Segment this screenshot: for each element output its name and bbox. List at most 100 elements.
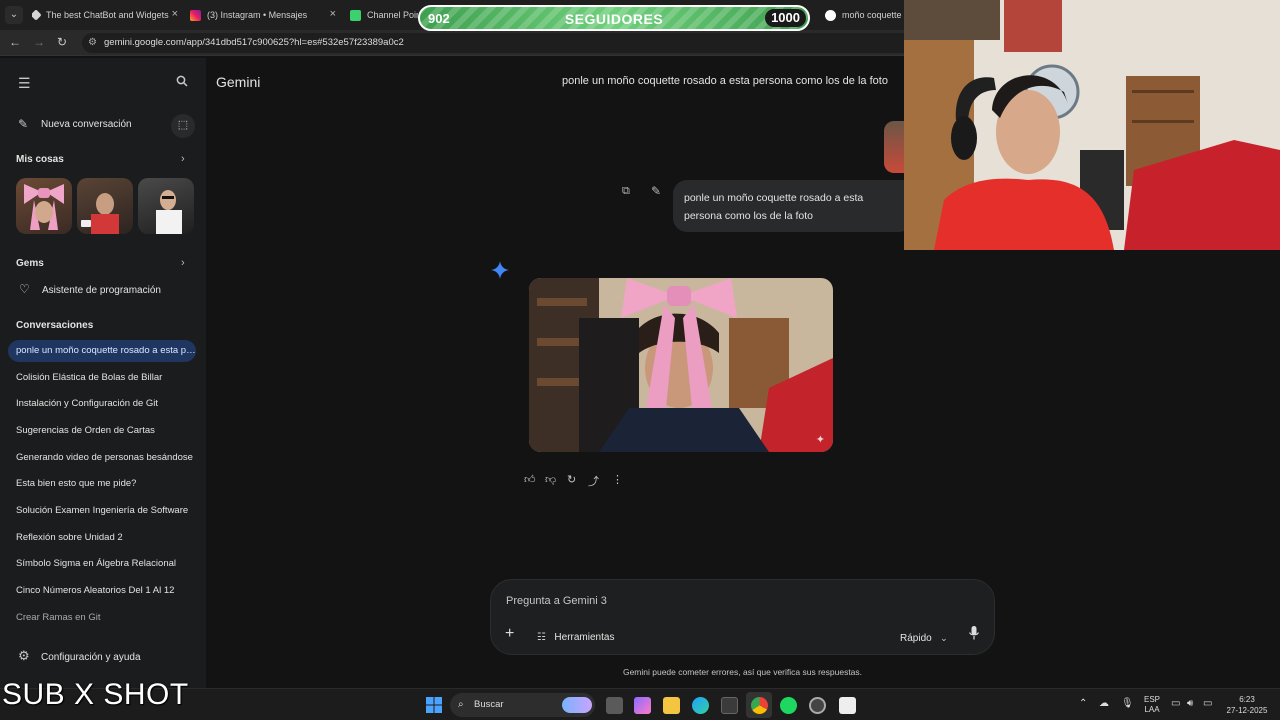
conversation-item[interactable]: Símbolo Sigma en Álgebra Relacional <box>8 553 196 575</box>
chrome-icon[interactable] <box>751 697 768 714</box>
user-message-text: ponle un moño coquette rosado a esta per… <box>684 192 864 222</box>
url-field[interactable]: ⚙ gemini.google.com/app/341dbd517c900625… <box>82 33 912 53</box>
user-message-bubble: ponle un moño coquette rosado a esta per… <box>673 180 913 232</box>
clock[interactable]: 6:23 27-12-2025 <box>1222 694 1272 716</box>
gem-item[interactable]: ♡ Asistente de programación <box>0 280 200 300</box>
chevron-right-icon[interactable]: › <box>181 153 185 165</box>
battery-icon[interactable]: ▭ <box>1203 698 1212 709</box>
menu-icon[interactable]: ☰ <box>18 75 31 92</box>
follower-label: SEGUIDORES <box>564 11 664 27</box>
tab-title: The best ChatBot and Widgets <box>46 10 169 20</box>
volume-icon[interactable]: 🔊︎ <box>1187 698 1193 709</box>
new-chat-button[interactable]: ✎ Nueva conversación <box>0 112 170 136</box>
task-view-icon[interactable] <box>606 697 623 714</box>
heart-icon: ♡ <box>19 282 30 296</box>
tab-channel-points[interactable]: Channel Points <box>350 4 418 26</box>
edit-icon[interactable]: ✎ <box>651 184 661 198</box>
chevron-up-icon[interactable]: ⌃ <box>1079 698 1087 709</box>
google-icon <box>825 9 836 21</box>
conversation-item[interactable]: Solución Examen Ingeniería de Software <box>8 500 196 522</box>
conversation-item[interactable]: Generando video de personas besándose <box>8 447 196 469</box>
close-icon[interactable]: × <box>172 8 178 20</box>
more-options-icon[interactable]: ⋮ <box>612 473 623 486</box>
conversation-item[interactable]: Esta bien esto que me pide? <box>8 473 196 495</box>
thumbs-down-icon[interactable]: 👎︎ <box>545 473 556 486</box>
gear-icon: ⚙ <box>18 648 30 663</box>
chevron-right-icon[interactable]: › <box>181 257 185 269</box>
conversations-heading: Conversaciones <box>16 320 94 331</box>
reload-icon[interactable]: ↻ <box>57 35 67 49</box>
chevron-down-icon: ⌄ <box>940 633 948 643</box>
tab-title: moño coquette - <box>842 10 903 20</box>
prompt-box[interactable]: Pregunta a Gemini 3 + ☷ Herramientas Ráp… <box>490 579 995 655</box>
tab-title: (3) Instagram • Mensajes <box>207 10 308 20</box>
conversation-item[interactable]: Colisión Elástica de Bolas de Billar <box>8 367 196 389</box>
url-text: gemini.google.com/app/341dbd517c900625?h… <box>104 37 404 48</box>
mode-selector[interactable]: Rápido ⌄ <box>900 628 948 646</box>
language-indicator[interactable]: ESP LAA <box>1140 695 1164 715</box>
tools-label: Herramientas <box>554 632 615 643</box>
file-explorer-icon[interactable] <box>663 697 680 714</box>
close-icon[interactable]: × <box>330 8 336 20</box>
clock-date: 27-12-2025 <box>1226 706 1268 715</box>
my-stuff-heading[interactable]: Mis cosas <box>16 154 64 165</box>
mode-label: Rápido <box>900 633 932 644</box>
microphone-icon[interactable] <box>969 626 979 645</box>
windows-taskbar: ⌕ Buscar ⌃ ☁ 🎙︎ ESP LAA ▭ 🔊︎ ▭ 6:23 27-1… <box>0 688 1280 720</box>
conversation-item[interactable]: Instalación y Configuración de Git <box>8 393 196 415</box>
user-image-thumbnail[interactable] <box>884 121 906 173</box>
tab-chatbot[interactable]: The best ChatBot and Widgets × <box>32 4 178 26</box>
my-stuff-thumbnail[interactable] <box>138 178 194 234</box>
store-icon[interactable] <box>721 697 738 714</box>
site-info-icon[interactable]: ⚙ <box>88 33 97 53</box>
my-stuff-thumbnail[interactable] <box>16 178 72 234</box>
tab-title: Channel Points <box>367 10 418 20</box>
my-stuff-thumbnail[interactable] <box>77 178 133 234</box>
network-icon[interactable]: ▭ <box>1171 698 1180 709</box>
cloud-icon[interactable]: ☁ <box>1099 698 1109 709</box>
disclaimer-text: Gemini puede cometer errores, así que ve… <box>622 667 863 677</box>
gems-heading[interactable]: Gems <box>16 258 44 269</box>
capcut-icon[interactable] <box>839 697 856 714</box>
kick-icon <box>350 9 361 21</box>
temporary-chat-icon[interactable]: ⬚ <box>171 114 195 138</box>
add-icon[interactable]: + <box>505 625 514 643</box>
search-icon[interactable] <box>176 75 188 90</box>
windows-start-icon[interactable] <box>426 697 442 718</box>
copy-icon[interactable]: ⧉ <box>622 185 630 198</box>
copilot-icon[interactable] <box>634 697 651 714</box>
taskbar-search[interactable]: ⌕ Buscar <box>450 693 595 717</box>
obs-icon[interactable] <box>809 697 826 714</box>
gem-item-label: Asistente de programación <box>42 285 161 296</box>
regenerate-icon[interactable]: ↻ <box>567 473 576 486</box>
search-highlight-icon <box>562 697 592 713</box>
conversation-item[interactable]: Reflexión sobre Unidad 2 <box>8 527 196 549</box>
follower-goal: 1000 <box>765 9 806 27</box>
conversation-item[interactable]: Crear Ramas en Git <box>8 607 196 629</box>
conversation-item[interactable]: Cinco Números Aleatorios Del 1 Al 12 <box>8 580 196 602</box>
tools-button[interactable]: ☷ Herramientas <box>537 627 614 643</box>
conversation-item[interactable]: Sugerencias de Orden de Cartas <box>8 420 196 442</box>
keyboard-layout: LAA <box>1144 705 1160 714</box>
forward-icon[interactable]: → <box>33 35 45 49</box>
settings-button[interactable]: ⚙ Configuración y ayuda <box>0 646 200 668</box>
tab-mono-coquette[interactable]: moño coquette - <box>825 4 903 26</box>
tab-instagram[interactable]: (3) Instagram • Mensajes × <box>190 4 336 26</box>
spotify-icon[interactable] <box>780 697 797 714</box>
stream-overlay-text: SUB X SHOT <box>2 678 189 711</box>
share-icon[interactable]: ⤴ <box>588 473 599 489</box>
tab-search-icon[interactable]: ⌄ <box>5 6 23 24</box>
gemini-sparkle-icon <box>491 261 509 284</box>
back-icon[interactable]: ← <box>9 35 21 49</box>
thumbs-up-icon[interactable]: 👍︎ <box>524 473 536 486</box>
conversation-title[interactable]: ponle un moño coquette rosado a esta per… <box>562 75 888 87</box>
generated-image[interactable]: ✦ <box>529 278 833 452</box>
tools-icon: ☷ <box>537 632 546 643</box>
clock-time: 6:23 <box>1239 695 1255 704</box>
language-code: ESP <box>1143 695 1160 704</box>
conversation-item[interactable]: ponle un moño coquette rosado a esta per… <box>8 340 196 362</box>
edge-icon[interactable] <box>692 697 709 714</box>
microphone-icon[interactable]: 🎙︎ <box>1121 698 1134 709</box>
follower-goal-bar: 902 SEGUIDORES 1000 <box>418 5 810 31</box>
prompt-input[interactable]: Pregunta a Gemini 3 <box>506 595 607 607</box>
